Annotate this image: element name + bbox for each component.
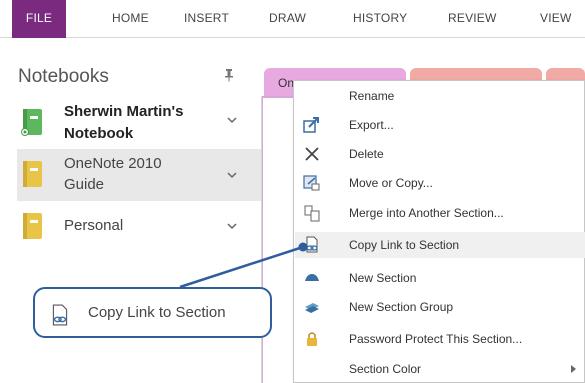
tab-file[interactable]: FILE — [12, 0, 66, 38]
notebooks-header: Notebooks — [18, 66, 109, 87]
tab-history[interactable]: HISTORY — [353, 11, 407, 29]
notebook-label-line1: Sherwin Martin's — [64, 103, 184, 120]
chevron-down-icon[interactable] — [227, 116, 237, 124]
chevron-down-icon[interactable] — [227, 171, 237, 179]
notebook-item-onenote-guide[interactable]: OneNote 2010 Guide — [17, 149, 261, 201]
submenu-arrow-icon — [571, 365, 576, 373]
callout-box: Copy Link to Section — [33, 287, 272, 338]
lock-icon — [307, 332, 317, 346]
menu-item-label: Delete — [349, 147, 384, 161]
notebook-icon-yellow — [23, 213, 42, 239]
ribbon-tab-bar: FILE HOME INSERT DRAW HISTORY REVIEW VIE… — [0, 0, 585, 38]
delete-x-icon — [305, 147, 319, 161]
menu-item-new-section-group[interactable]: New Section Group — [295, 294, 585, 320]
tab-review[interactable]: REVIEW — [448, 11, 497, 29]
notebook-icon-green — [21, 109, 42, 136]
new-section-icon — [305, 274, 319, 281]
tab-home[interactable]: HOME — [112, 11, 149, 29]
menu-item-label: New Section Group — [349, 300, 454, 314]
notebook-item-sherwin[interactable]: Sherwin Martin's Notebook — [17, 100, 261, 146]
menu-item-rename[interactable]: Rename — [295, 83, 585, 109]
notebook-label-line1: OneNote 2010 — [64, 155, 162, 172]
menu-item-export[interactable]: Export... — [295, 112, 585, 138]
menu-item-label: Copy Link to Section — [349, 238, 460, 252]
menu-item-delete[interactable]: Delete — [295, 141, 585, 167]
menu-item-new-section[interactable]: New Section — [295, 265, 585, 291]
chevron-down-icon[interactable] — [227, 222, 237, 230]
copy-link-icon — [306, 236, 318, 253]
export-icon — [303, 117, 319, 133]
menu-item-label: Export... — [349, 118, 394, 132]
context-menu: Rename Export... Delete Move or Copy... … — [293, 80, 585, 383]
copy-link-icon — [52, 304, 68, 326]
tab-insert[interactable]: INSERT — [184, 11, 229, 29]
menu-item-label: Section Color — [349, 362, 422, 376]
menu-item-password-protect[interactable]: Password Protect This Section... — [295, 326, 585, 352]
tab-draw[interactable]: DRAW — [269, 11, 306, 29]
menu-item-label: Merge into Another Section... — [349, 206, 504, 220]
menu-item-label: Move or Copy... — [349, 176, 433, 190]
callout-label: Copy Link to Section — [88, 304, 226, 321]
move-copy-icon — [303, 175, 320, 191]
tab-view[interactable]: VIEW — [540, 11, 571, 29]
new-section-group-icon — [305, 303, 319, 313]
notebook-label: Personal — [64, 217, 124, 234]
menu-item-move-copy[interactable]: Move or Copy... — [295, 170, 585, 196]
notebook-item-personal[interactable]: Personal — [17, 208, 261, 244]
menu-item-label: New Section — [349, 271, 417, 285]
menu-item-label: Password Protect This Section... — [349, 332, 523, 346]
notebook-label-line2: Guide — [64, 176, 105, 193]
menu-item-copy-link[interactable]: Copy Link to Section — [295, 232, 585, 258]
notebook-label-line2: Notebook — [64, 125, 134, 142]
menu-item-section-color[interactable]: Section Color — [295, 356, 585, 382]
menu-item-merge[interactable]: Merge into Another Section... — [295, 200, 585, 226]
menu-item-label: Rename — [349, 89, 395, 103]
pin-icon[interactable] — [224, 68, 234, 82]
notebook-icon-yellow — [23, 161, 42, 187]
merge-icon — [304, 205, 320, 222]
